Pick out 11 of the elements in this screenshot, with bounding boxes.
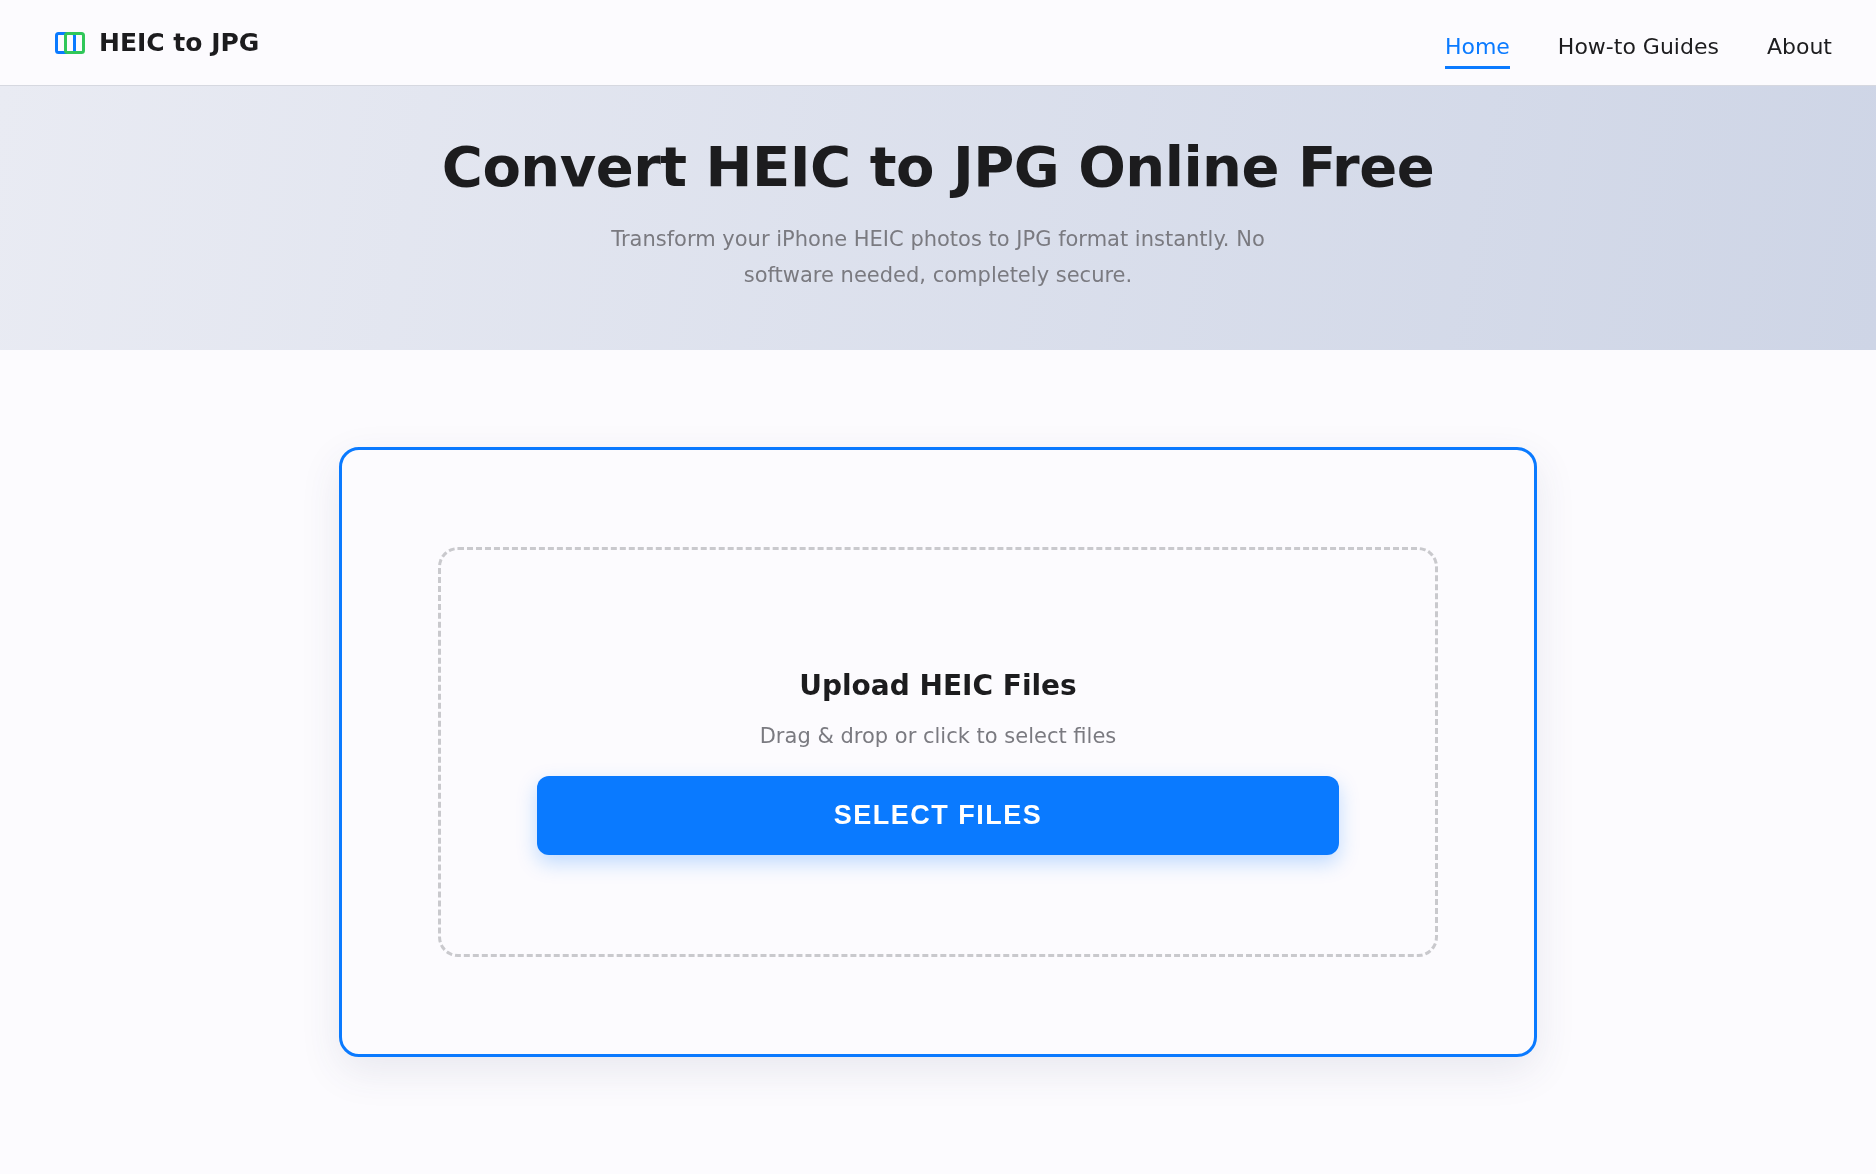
hero-title: Convert HEIC to JPG Online Free — [441, 133, 1435, 199]
columns-icon — [55, 31, 85, 54]
hero-subtitle: Transform your iPhone HEIC photos to JPG format instantly. No software needed, completely secure. — [610, 225, 1266, 289]
nav-link[interactable]: Home — [1444, 26, 1510, 69]
select-files-button[interactable]: SELECT FILES — [537, 776, 1339, 855]
upload-hint: Drag & drop or click to select files — [759, 724, 1117, 748]
upload-title: Upload HEIC Files — [799, 669, 1077, 702]
nav-link[interactable]: About — [1766, 26, 1832, 69]
nav-link[interactable]: How-to Guides — [1557, 26, 1719, 69]
drop-zone[interactable]: Upload HEIC Files Drag & drop or click to select files SELECT FILES — [438, 547, 1438, 957]
site-logo-text: HEIC to JPG — [99, 28, 260, 57]
